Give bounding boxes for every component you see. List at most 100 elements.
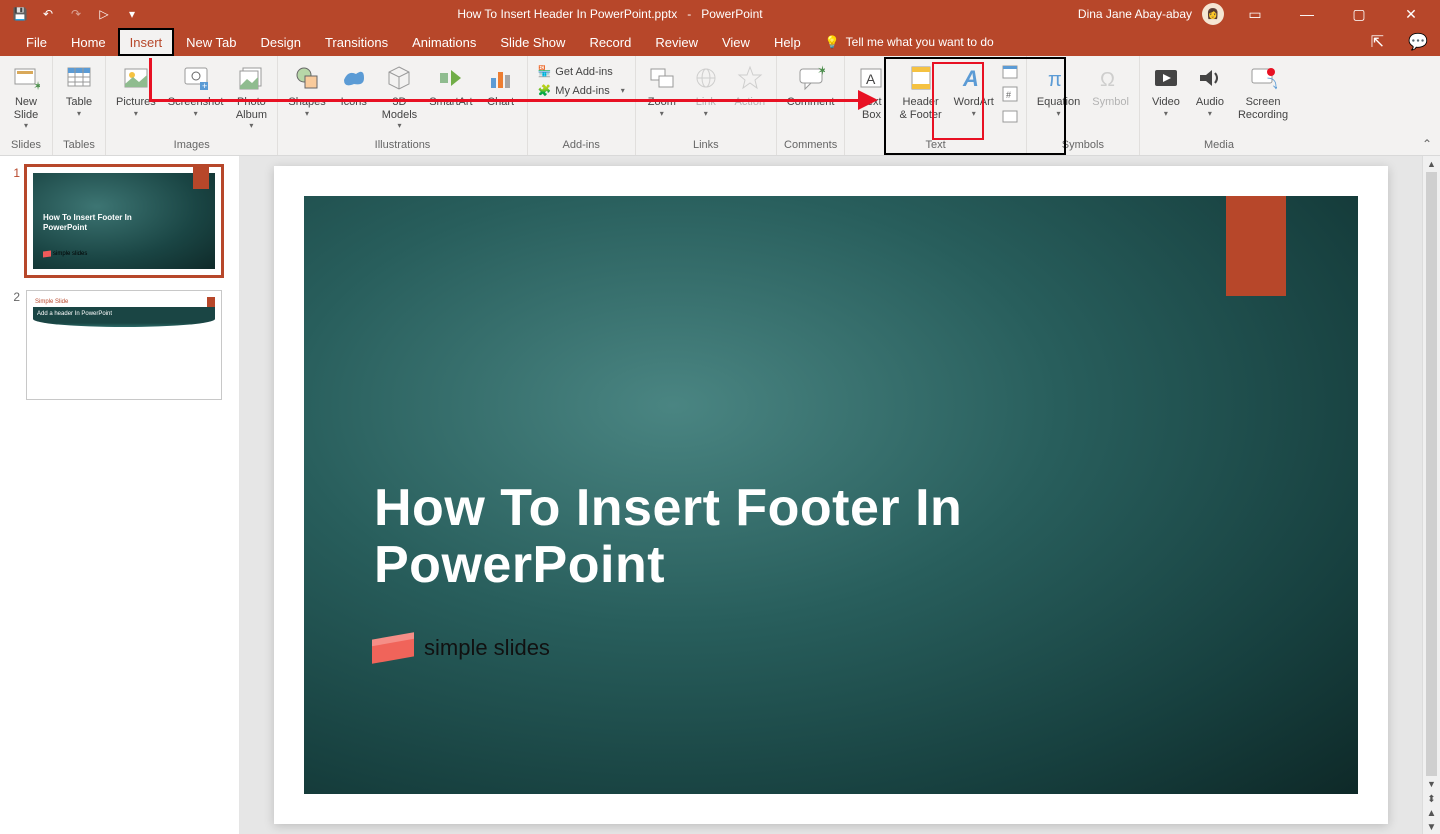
audio-icon	[1194, 62, 1226, 94]
tab-review[interactable]: Review	[643, 28, 710, 56]
chart-icon	[485, 62, 517, 94]
group-addins-label: Add-ins	[534, 137, 629, 155]
tab-insert[interactable]: Insert	[118, 28, 175, 56]
symbol-label: Symbol	[1092, 96, 1129, 109]
slide-thumbnail-2[interactable]: Simple Slide Add a header In PowerPoint	[26, 290, 222, 400]
photo-album-icon	[235, 62, 267, 94]
scroll-down-button[interactable]: ▼	[1423, 776, 1440, 792]
save-button[interactable]: 💾	[10, 4, 30, 24]
pictures-label: Pictures	[116, 96, 156, 109]
tab-help[interactable]: Help	[762, 28, 813, 56]
get-addins-button[interactable]: 🏪Get Add-ins	[534, 64, 629, 79]
group-comments-label: Comments	[783, 137, 839, 155]
close-button[interactable]: ✕	[1390, 0, 1432, 28]
vertical-scrollbar[interactable]: ▲ ▼ ⬍ ▲ ▼	[1422, 156, 1440, 834]
prev-nav-button[interactable]: ▲	[1423, 806, 1440, 820]
slide-1[interactable]: How To Insert Footer In PowerPoint simpl…	[304, 196, 1358, 794]
icons-button[interactable]: Icons	[334, 60, 374, 111]
undo-button[interactable]: ↶	[38, 4, 58, 24]
start-from-beginning-button[interactable]: ▷	[94, 4, 114, 24]
slide-number-button[interactable]: #	[1002, 86, 1020, 104]
table-button[interactable]: Table▾	[59, 60, 99, 120]
screenshot-icon: +	[180, 62, 212, 94]
comment-button[interactable]: ✶ Comment	[783, 60, 839, 111]
3d-models-button[interactable]: 3D Models▾	[378, 60, 421, 132]
thumb-row-1: 1 How To Insert Footer In PowerPoint sim…	[8, 166, 231, 276]
tab-file[interactable]: File	[14, 28, 59, 56]
next-nav-button[interactable]: ▼	[1423, 820, 1440, 834]
new-slide-label: New Slide	[14, 96, 38, 121]
new-slide-button[interactable]: ✶ New Slide▾	[6, 60, 46, 132]
tab-home[interactable]: Home	[59, 28, 118, 56]
action-label: Action	[735, 96, 766, 109]
video-button[interactable]: Video▾	[1146, 60, 1186, 120]
ribbon-display-button[interactable]: ▭	[1234, 0, 1276, 28]
photo-album-button[interactable]: Photo Album▾	[231, 60, 271, 132]
video-icon	[1150, 62, 1182, 94]
comments-pane-button[interactable]: 💬	[1396, 28, 1440, 56]
tab-slide-show[interactable]: Slide Show	[488, 28, 577, 56]
share-button[interactable]: ⇱	[1359, 28, 1396, 56]
zoom-button[interactable]: Zoom▾	[642, 60, 682, 120]
tab-animations[interactable]: Animations	[400, 28, 488, 56]
wordart-icon: A	[958, 62, 990, 94]
slide-thumbnail-pane[interactable]: 1 How To Insert Footer In PowerPoint sim…	[0, 156, 240, 834]
date-time-button[interactable]	[1002, 64, 1020, 82]
scroll-up-button[interactable]: ▲	[1423, 156, 1440, 172]
group-symbols: π Equation▾ Ω Symbol Symbols	[1027, 56, 1140, 155]
tab-design[interactable]: Design	[249, 28, 313, 56]
tab-transitions[interactable]: Transitions	[313, 28, 400, 56]
screen-recording-button[interactable]: ⤵ Screen Recording	[1234, 60, 1292, 123]
slide-title-text[interactable]: How To Insert Footer In PowerPoint	[374, 480, 962, 594]
tab-view[interactable]: View	[710, 28, 762, 56]
app-name-label: PowerPoint	[701, 7, 762, 21]
collapse-ribbon-button[interactable]: ⌃	[1422, 137, 1432, 151]
video-label: Video	[1152, 96, 1180, 109]
smartart-button[interactable]: SmartArt	[425, 60, 476, 111]
shapes-button[interactable]: Shapes▾	[284, 60, 329, 120]
equation-button[interactable]: π Equation▾	[1033, 60, 1084, 120]
svg-text:A: A	[866, 71, 876, 87]
thumb-number-2: 2	[8, 290, 20, 400]
my-addins-label: My Add-ins	[555, 85, 609, 97]
wordart-button[interactable]: A WordArt▾	[950, 60, 998, 120]
text-box-button[interactable]: A Text Box	[851, 60, 891, 123]
pictures-button[interactable]: Pictures▾	[112, 60, 160, 120]
group-text-label: Text	[851, 137, 1019, 155]
chart-button[interactable]: Chart	[481, 60, 521, 111]
group-text: A Text Box Header & Footer A WordArt▾ # …	[845, 56, 1026, 155]
redo-button[interactable]: ↷	[66, 4, 86, 24]
scroll-track[interactable]	[1426, 172, 1437, 776]
icons-label: Icons	[341, 96, 367, 109]
group-media-label: Media	[1146, 137, 1292, 155]
group-tables: Table▾ Tables	[53, 56, 106, 155]
filename-label: How To Insert Header In PowerPoint.pptx	[457, 7, 677, 21]
tab-new-tab[interactable]: New Tab	[174, 28, 248, 56]
table-icon	[63, 62, 95, 94]
svg-text:✶: ✶	[33, 79, 40, 92]
header-footer-button[interactable]: Header & Footer	[895, 60, 945, 123]
user-avatar[interactable]: 👩	[1202, 3, 1224, 25]
audio-button[interactable]: Audio▾	[1190, 60, 1230, 120]
text-box-icon: A	[855, 62, 887, 94]
tell-me-search[interactable]: 💡 Tell me what you want to do	[825, 28, 994, 56]
store-icon: 🏪	[538, 65, 552, 78]
object-button[interactable]	[1002, 108, 1020, 126]
pictures-icon	[120, 62, 152, 94]
minimize-button[interactable]: —	[1286, 0, 1328, 28]
smartart-icon	[435, 62, 467, 94]
thumb1-ribbon-shape	[193, 167, 209, 189]
prev-slide-button[interactable]: ⬍	[1423, 792, 1440, 806]
group-illustrations: Shapes▾ Icons 3D Models▾ SmartArt Chart …	[278, 56, 527, 155]
group-images: Pictures▾ + Screenshot▾ Photo Album▾ Ima…	[106, 56, 278, 155]
thumb-number-1: 1	[8, 166, 20, 276]
slide-editor[interactable]: How To Insert Footer In PowerPoint simpl…	[240, 156, 1422, 834]
screenshot-button[interactable]: + Screenshot▾	[164, 60, 228, 120]
my-addins-button[interactable]: 🧩My Add-ins ▾	[534, 83, 629, 98]
tab-record[interactable]: Record	[577, 28, 643, 56]
qat-customize-button[interactable]: ▾	[122, 4, 142, 24]
slide-thumbnail-1[interactable]: How To Insert Footer In PowerPoint simpl…	[26, 166, 222, 276]
maximize-button[interactable]: ▢	[1338, 0, 1380, 28]
shapes-label: Shapes	[288, 96, 325, 109]
svg-text:✶: ✶	[817, 64, 825, 78]
